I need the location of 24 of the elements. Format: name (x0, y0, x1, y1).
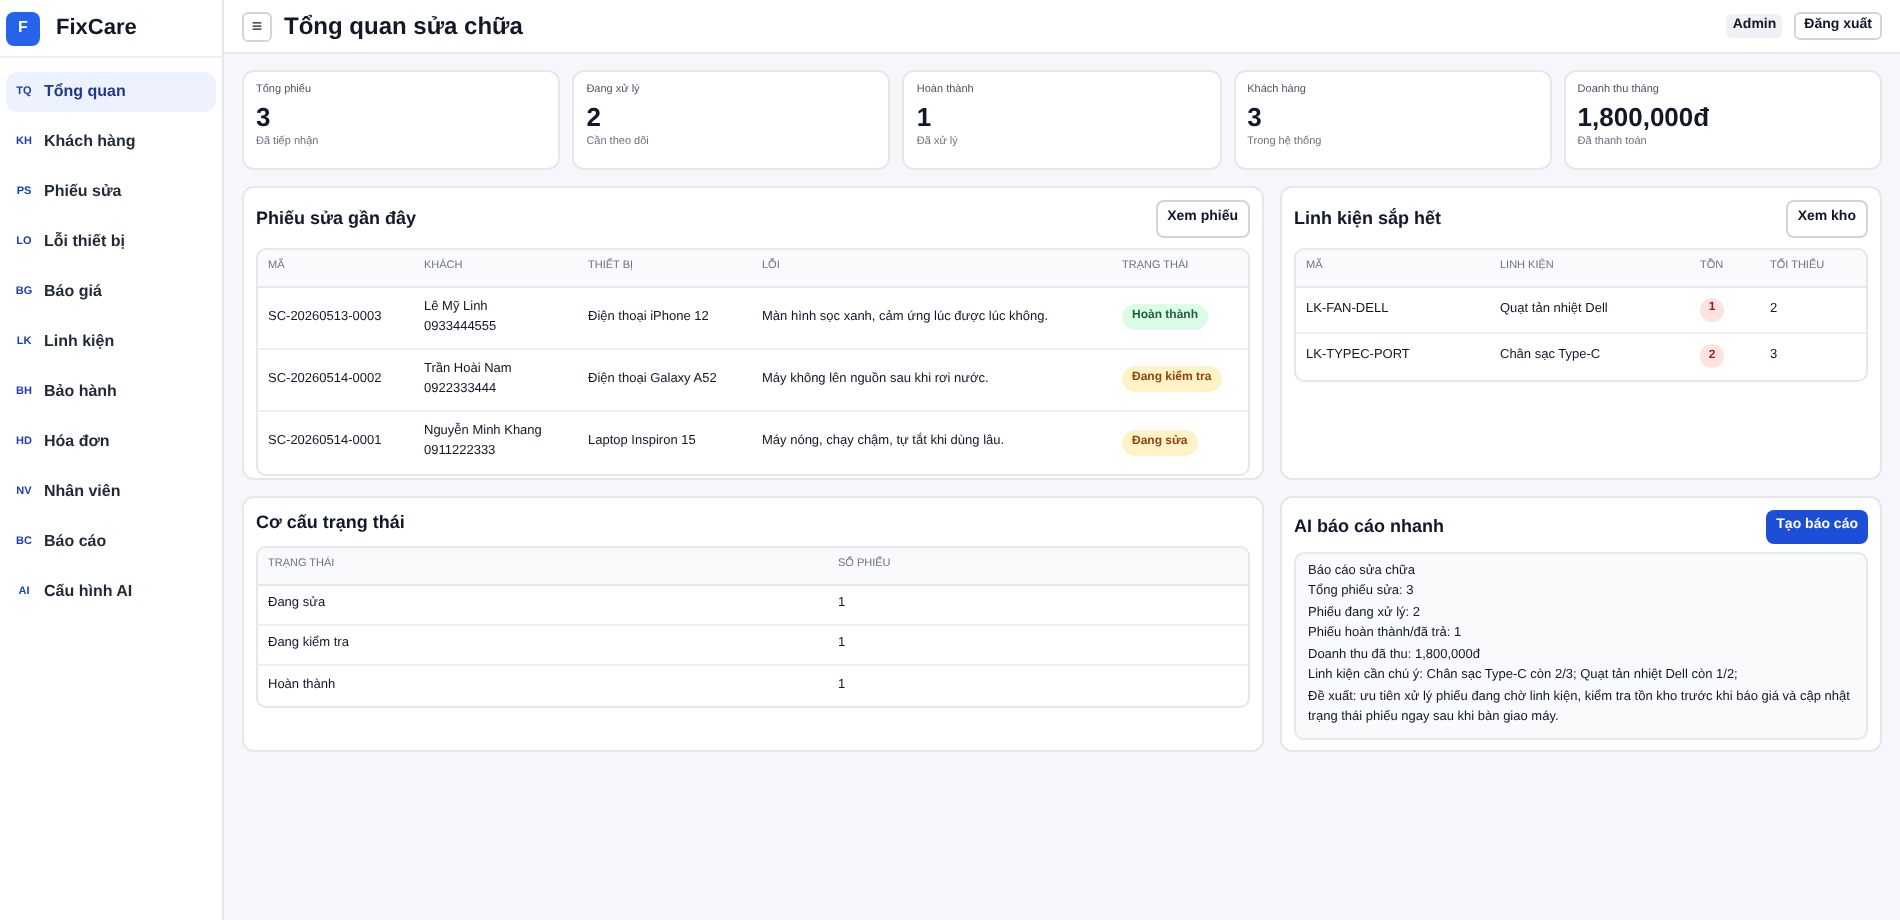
nav-label: Cấu hình AI (44, 580, 133, 604)
nav-label: Nhân viên (44, 480, 121, 504)
card-title: Cơ cấu trạng thái (256, 510, 407, 536)
nav-label: Linh kiện (44, 330, 115, 354)
nav-label: Lỗi thiết bị (44, 230, 125, 254)
stat-value: 3 (1247, 102, 1264, 135)
brand-name: FixCare (56, 13, 137, 44)
logo-badge: F (6, 11, 40, 45)
card-title: Phiếu sửa gần đây (256, 205, 417, 232)
stat-value: 1 (916, 102, 934, 135)
nav-label: Bảo hành (44, 380, 117, 404)
nav-label: Báo cáo (44, 530, 107, 554)
page-title: Tổng quan sửa chữa (284, 10, 523, 44)
nav-label: Tổng quan (44, 80, 126, 104)
card-title: Linh kiện sắp hết (1294, 205, 1442, 232)
nav-label: Hóa đơn (44, 430, 110, 454)
nav-label: Phiếu sửa (44, 180, 122, 204)
stat-value: 3 (256, 102, 273, 135)
stat-value: 1,800,000đ (1577, 102, 1712, 135)
stat-value: 2 (586, 102, 603, 135)
nav-label: Khách hàng (44, 130, 136, 154)
nav-label: Báo giá (44, 280, 102, 304)
menu-button[interactable]: ≡ (242, 11, 272, 41)
card-title: AI báo cáo nhanh (1294, 513, 1445, 539)
